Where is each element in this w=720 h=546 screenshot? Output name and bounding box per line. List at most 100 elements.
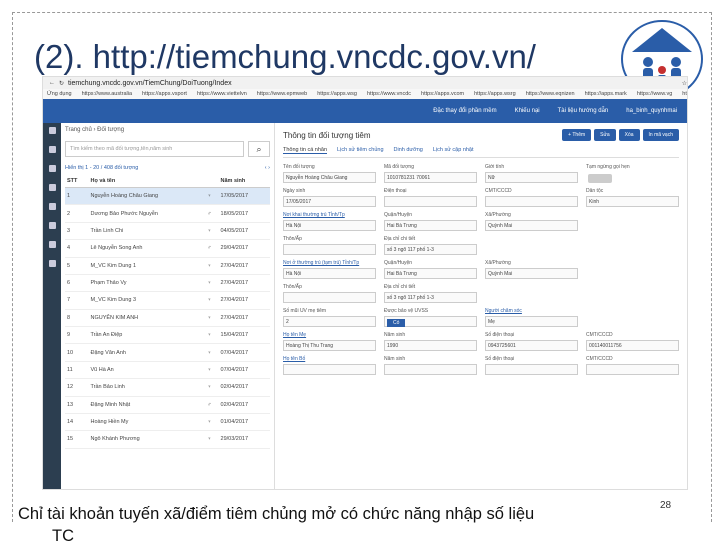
field-input[interactable]: [283, 292, 376, 303]
gender-icon: ♂: [205, 239, 219, 258]
tab-update-history[interactable]: Lịch sử cập nhật: [433, 147, 474, 154]
field-input[interactable]: số 3 ngõ 117 phố 1-3: [384, 244, 477, 255]
table-row[interactable]: 14 Hoàng Hiền My ♀ 01/04/2017: [65, 413, 270, 432]
chart-icon[interactable]: [48, 203, 56, 210]
field-input[interactable]: Quỳnh Mai: [485, 220, 578, 231]
delete-button[interactable]: Xóa: [618, 129, 640, 141]
field-input[interactable]: Hoàng Thị Thu Trang: [283, 340, 376, 351]
bookmark-item[interactable]: https://apps.vsport: [142, 91, 187, 97]
field-input[interactable]: 17/05/2017: [283, 196, 376, 207]
field-input[interactable]: [384, 196, 477, 207]
edit-button[interactable]: Sửa: [594, 129, 616, 141]
field-input[interactable]: 1010781231 70061: [384, 172, 477, 183]
field-input[interactable]: 1990: [384, 340, 477, 351]
field-input[interactable]: Hai Bà Trưng: [384, 220, 477, 231]
table-row[interactable]: 9 Trần An Điệp ♀ 15/04/2017: [65, 326, 270, 345]
bookmark-item[interactable]: https://www.epmweb: [257, 91, 307, 97]
nav-change-software[interactable]: Đặc thay đổi phần mềm: [433, 108, 496, 114]
bookmark-item[interactable]: https://apps.wsg: [317, 91, 357, 97]
field-input[interactable]: Nguyễn Hoàng Châu Giang: [283, 172, 376, 183]
tab-vaccination-history[interactable]: Lịch sử tiêm chủng: [337, 147, 383, 154]
field-input[interactable]: 2: [283, 316, 376, 327]
subject-table: STT Họ và tên Năm sinh 1 Nguyễn Hoàng Châu …: [65, 175, 270, 449]
bookmark-item[interactable]: https://www.eqnizen: [526, 91, 575, 97]
table-row[interactable]: 6 Phạm Thảo Vy ♀ 27/04/2017: [65, 274, 270, 293]
form-field: [586, 260, 679, 279]
table-cell: 07/04/2017: [218, 343, 270, 362]
address-bar[interactable]: ← ↻ tiemchung.vncdc.gov.vn/TiemChung/Doi…: [43, 77, 687, 89]
calendar-icon[interactable]: [48, 146, 56, 153]
field-input[interactable]: Quỳnh Mai: [485, 268, 578, 279]
bookmark-item[interactable]: https://www.viettelvn: [197, 91, 247, 97]
nav-manual[interactable]: Tài liệu hướng dẫn: [558, 108, 609, 114]
pager[interactable]: ‹ ›: [265, 165, 270, 171]
search-input[interactable]: Tìm kiếm theo mã đối tượng,tên,năm sinh: [65, 141, 244, 157]
field-label[interactable]: Nơi khai thường trú Tỉnh/Tp: [283, 212, 376, 218]
field-input[interactable]: [586, 364, 679, 375]
print-barcode-button[interactable]: In mã vạch: [642, 129, 679, 141]
field-input[interactable]: [485, 196, 578, 207]
table-row[interactable]: 12 Trần Bảo Linh ♀ 02/04/2017: [65, 378, 270, 397]
table-row[interactable]: 1 Nguyễn Hoàng Châu Giang ♀ 17/05/2017: [65, 187, 270, 206]
field-label[interactable]: Nơi ở thường trú (tạm trú) Tỉnh/Tp: [283, 260, 376, 266]
tab-personal-info[interactable]: Thông tin cá nhân: [283, 147, 328, 154]
field-label: Tên đối tượng: [283, 164, 315, 170]
field-input[interactable]: [485, 364, 578, 375]
form-field: Giới tính Nữ: [485, 164, 578, 183]
database-icon[interactable]: [48, 165, 56, 172]
table-row[interactable]: 8 NGUYỄN KIM ANH ♀ 27/04/2017: [65, 309, 270, 328]
settings-icon[interactable]: [48, 260, 56, 267]
table-row[interactable]: 15 Ngô Khánh Phương ♀ 29/03/2017: [65, 430, 270, 449]
field-input[interactable]: [384, 364, 477, 375]
nav-complaint[interactable]: Khiếu nại: [515, 108, 540, 114]
field-input[interactable]: Có: [384, 316, 477, 327]
field-input[interactable]: [283, 244, 376, 255]
bookmark-item[interactable]: https://www.vg: [637, 91, 672, 97]
add-button[interactable]: + Thêm: [562, 129, 592, 141]
tab-nutrition[interactable]: Dinh dưỡng: [394, 147, 423, 154]
field-label[interactable]: Họ tên Mẹ: [283, 332, 376, 338]
field-input[interactable]: Mẹ: [485, 316, 578, 327]
star-icon[interactable]: ☆: [682, 80, 687, 87]
table-row[interactable]: 10 Đặng Văn Anh ♀ 07/04/2017: [65, 343, 270, 362]
table-row[interactable]: 3 Trần Linh Chi ♀ 04/05/2017: [65, 222, 270, 241]
refresh-icon[interactable]: ↻: [59, 80, 64, 87]
table-row[interactable]: 11 Vũ Hà An ♀ 07/04/2017: [65, 361, 270, 380]
field-input[interactable]: số 3 ngõ 117 phố 1-3: [384, 292, 477, 303]
bookmark-item[interactable]: Ứng dụng: [47, 91, 72, 97]
table-row[interactable]: 7 M_VC Kim Dung 3 ♀ 27/04/2017: [65, 291, 270, 310]
table-cell: NGUYỄN KIM ANH: [88, 309, 206, 328]
field-label: Giới tính: [485, 164, 505, 170]
field-input[interactable]: Hà Nội: [283, 268, 376, 279]
bookmark-item[interactable]: https://apps.avis: [682, 91, 687, 97]
table-row[interactable]: 5 M_VC Kim Dung 1 ♀ 27/04/2017: [65, 257, 270, 275]
field-input[interactable]: Hà Nội: [283, 220, 376, 231]
bookmark-item[interactable]: https://www.australia: [82, 91, 132, 97]
bookmark-item[interactable]: https://apps.wsrg: [474, 91, 516, 97]
nav-user[interactable]: ha_binh_quynhmai: [626, 108, 677, 114]
table-row[interactable]: 4 Lê Nguyễn Song Anh ♂ 29/04/2017: [65, 239, 270, 258]
bookmark-item[interactable]: https://apps.mark: [585, 91, 627, 97]
field-label[interactable]: Họ tên Bố: [283, 356, 376, 362]
table-row[interactable]: 13 Đặng Minh Nhật ♂ 02/04/2017: [65, 396, 270, 414]
field-input[interactable]: Hai Bà Trưng: [384, 268, 477, 279]
wrench-icon[interactable]: [48, 184, 56, 191]
list-icon[interactable]: [48, 222, 56, 229]
url-text[interactable]: tiemchung.vncdc.gov.vn/TiemChung/DoiTuon…: [68, 80, 678, 87]
field-input[interactable]: Nữ: [485, 172, 578, 183]
home-icon[interactable]: [48, 127, 56, 134]
field-input[interactable]: 0943725601: [485, 340, 578, 351]
toggle-switch[interactable]: [588, 174, 612, 183]
field-input[interactable]: Kinh: [586, 196, 679, 207]
field-input[interactable]: [283, 364, 376, 375]
report-icon[interactable]: [48, 241, 56, 248]
bookmark-item[interactable]: https://www.vncdc: [367, 91, 411, 97]
bookmark-item[interactable]: https://apps.vcom: [421, 91, 464, 97]
field-input[interactable]: [586, 172, 679, 183]
field-input[interactable]: 001140011756: [586, 340, 679, 351]
field-label[interactable]: Người chăm sóc: [485, 308, 578, 314]
yes-tag[interactable]: Có: [387, 319, 406, 327]
table-row[interactable]: 2 Dương Bảo Phước Nguyễn ♂ 18/05/2017: [65, 204, 270, 223]
search-button[interactable]: ⌕: [248, 141, 270, 157]
back-icon[interactable]: ←: [49, 80, 55, 86]
